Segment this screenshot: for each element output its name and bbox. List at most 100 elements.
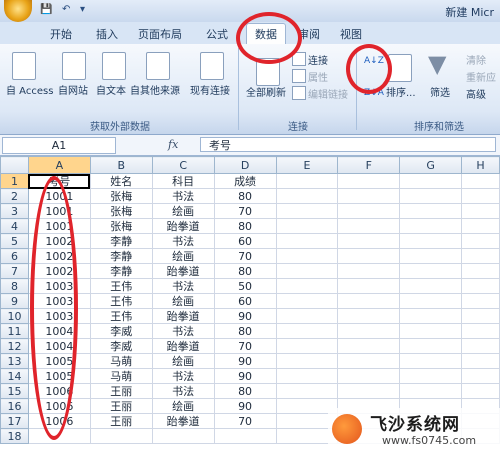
row-header[interactable]: 17 [0, 413, 29, 429]
row-header[interactable]: 8 [0, 278, 29, 294]
cell[interactable] [399, 308, 462, 324]
cell[interactable] [461, 353, 500, 369]
cell[interactable]: 王伟 [89, 308, 153, 324]
row-header[interactable]: 7 [0, 263, 29, 279]
cell[interactable]: 80 [213, 323, 277, 339]
cell[interactable]: 马萌 [89, 353, 153, 369]
cell[interactable] [337, 278, 401, 294]
cell[interactable] [399, 218, 462, 234]
cell[interactable] [399, 293, 462, 309]
cell[interactable] [275, 263, 339, 279]
cell[interactable]: 1006 [27, 398, 91, 414]
cell[interactable] [461, 308, 500, 324]
column-header[interactable]: H [461, 156, 500, 174]
row-header[interactable]: 2 [0, 188, 29, 204]
cell[interactable] [275, 338, 339, 354]
cell[interactable] [461, 233, 500, 249]
cell[interactable]: 绘画 [151, 248, 215, 264]
cell[interactable] [337, 248, 401, 264]
cell[interactable] [461, 383, 500, 399]
row-header[interactable]: 9 [0, 293, 29, 309]
cell[interactable] [27, 428, 91, 444]
cell[interactable] [399, 368, 462, 384]
select-all-button[interactable] [0, 156, 29, 174]
tab-insert[interactable]: 插入 [96, 26, 118, 42]
cell[interactable]: 1005 [27, 353, 91, 369]
clear-button[interactable]: 清除 [466, 52, 486, 67]
cell[interactable] [337, 188, 401, 204]
cell[interactable] [275, 383, 339, 399]
cell[interactable] [275, 173, 339, 189]
cell[interactable]: 王丽 [89, 398, 153, 414]
cell[interactable]: 书法 [151, 383, 215, 399]
column-header[interactable]: B [89, 156, 153, 174]
edit-links-button[interactable]: 编辑链接 [308, 86, 348, 101]
cell[interactable]: 李静 [89, 233, 153, 249]
cell[interactable]: 1003 [27, 278, 91, 294]
cell[interactable]: 90 [213, 308, 277, 324]
cell[interactable] [337, 218, 401, 234]
cell[interactable] [337, 173, 401, 189]
cell[interactable] [461, 338, 500, 354]
cell[interactable]: 1004 [27, 338, 91, 354]
cell[interactable] [461, 173, 500, 189]
cell[interactable]: 姓名 [89, 173, 153, 189]
cell[interactable] [275, 248, 339, 264]
cell[interactable]: 李静 [89, 248, 153, 264]
advanced-button[interactable]: 高级 [466, 86, 486, 101]
cell[interactable]: 1001 [27, 203, 91, 219]
cell[interactable] [461, 278, 500, 294]
cell[interactable] [337, 203, 401, 219]
cell[interactable] [399, 248, 462, 264]
tab-view[interactable]: 视图 [340, 26, 362, 42]
cell[interactable]: 王伟 [89, 278, 153, 294]
tab-review[interactable]: 审阅 [298, 26, 320, 42]
cell[interactable] [399, 323, 462, 339]
cell[interactable] [275, 323, 339, 339]
connections-button[interactable]: 连接 [308, 52, 328, 67]
cell[interactable]: 书法 [151, 188, 215, 204]
cell[interactable]: 70 [213, 338, 277, 354]
cell[interactable]: 张梅 [89, 188, 153, 204]
cell[interactable]: 成绩 [213, 173, 277, 189]
formula-input[interactable]: 考号 [200, 137, 496, 152]
tab-home[interactable]: 开始 [50, 26, 72, 42]
cell[interactable]: 书法 [151, 323, 215, 339]
cell[interactable]: 60 [213, 233, 277, 249]
cell[interactable]: 70 [213, 203, 277, 219]
cell[interactable] [275, 353, 339, 369]
from-web-button[interactable]: 自网站 [58, 82, 88, 97]
row-header[interactable]: 1 [0, 173, 29, 189]
cell[interactable]: 1001 [27, 188, 91, 204]
cell[interactable] [461, 263, 500, 279]
cell[interactable]: 李静 [89, 263, 153, 279]
column-header[interactable]: G [399, 156, 462, 174]
sort-button[interactable]: 排序... [386, 84, 416, 99]
row-header[interactable]: 10 [0, 308, 29, 324]
cell[interactable]: 考号 [27, 173, 91, 189]
cell[interactable] [337, 338, 401, 354]
sort-za-icon[interactable]: Z↓A [364, 88, 384, 98]
cell[interactable] [275, 203, 339, 219]
cell[interactable]: 50 [213, 278, 277, 294]
cell[interactable] [399, 353, 462, 369]
cell[interactable]: 1003 [27, 293, 91, 309]
cell[interactable]: 张梅 [89, 218, 153, 234]
column-header[interactable]: E [275, 156, 339, 174]
cell[interactable] [275, 233, 339, 249]
cell[interactable] [275, 293, 339, 309]
row-header[interactable]: 16 [0, 398, 29, 414]
row-header[interactable]: 12 [0, 338, 29, 354]
cell[interactable] [337, 263, 401, 279]
customize-dropdown-icon[interactable]: ▾ [80, 4, 85, 15]
cell[interactable] [399, 188, 462, 204]
row-header[interactable]: 3 [0, 203, 29, 219]
cell[interactable] [337, 233, 401, 249]
cell[interactable] [337, 308, 401, 324]
cell[interactable]: 科目 [151, 173, 215, 189]
cell[interactable]: 90 [213, 353, 277, 369]
column-header[interactable]: C [151, 156, 215, 174]
cell[interactable]: 书法 [151, 278, 215, 294]
cell[interactable]: 90 [213, 398, 277, 414]
filter-button[interactable]: 筛选 [430, 84, 450, 99]
